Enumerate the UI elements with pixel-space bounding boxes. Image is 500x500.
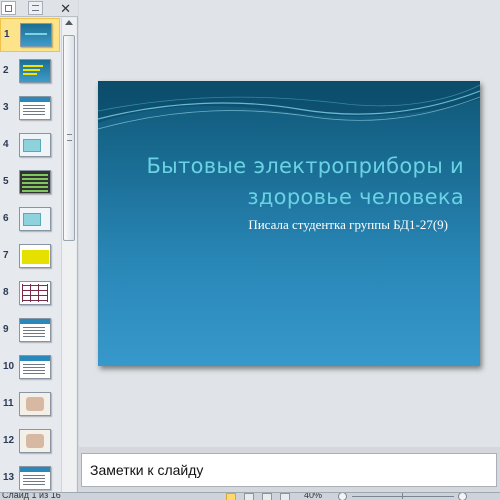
- zoom-level[interactable]: 40%: [304, 493, 322, 500]
- slideshow-view-icon[interactable]: [280, 493, 290, 500]
- slide-editor: Бытовые электроприборы и здоровье челове…: [79, 0, 500, 447]
- current-slide[interactable]: Бытовые электроприборы и здоровье челове…: [98, 81, 480, 366]
- slide-subtitle[interactable]: Писала студентка группы БД1-27(9): [248, 217, 448, 233]
- slide-number: 1: [4, 29, 10, 40]
- scroll-up-arrow-icon[interactable]: [65, 20, 73, 25]
- slide-counter: Слайд 1 из 16: [2, 492, 61, 500]
- zoom-out-icon[interactable]: [338, 493, 347, 500]
- notes-placeholder: Заметки к слайду: [90, 462, 204, 478]
- slide-thumbnail[interactable]: [19, 96, 51, 120]
- slide-thumbnail[interactable]: [19, 133, 51, 157]
- slide-thumbnail[interactable]: [19, 207, 51, 231]
- slide-number: 6: [3, 213, 9, 224]
- slide-thumbnail[interactable]: [19, 392, 51, 416]
- slide-thumbnail[interactable]: [19, 355, 51, 379]
- zoom-in-icon[interactable]: [458, 493, 467, 500]
- zoom-slider-thumb[interactable]: [402, 493, 403, 499]
- thumbnail-scrollbar[interactable]: [61, 18, 76, 492]
- slide-number: 9: [3, 324, 9, 335]
- slide-thumbnail[interactable]: [19, 170, 51, 194]
- normal-view-icon[interactable]: [226, 493, 236, 500]
- slide-number: 12: [3, 435, 15, 446]
- slide-number: 11: [3, 398, 14, 409]
- slide-number: 10: [3, 361, 15, 372]
- slide-thumbnail-row[interactable]: 5: [0, 166, 60, 200]
- slide-thumbnail-row[interactable]: 4: [0, 129, 60, 163]
- slide-number: 4: [3, 139, 9, 150]
- slide-title-line1: Бытовые электроприборы и: [146, 154, 464, 178]
- slide-thumbnail-row[interactable]: 9: [0, 314, 60, 348]
- zoom-slider[interactable]: [352, 496, 454, 497]
- close-pane-icon[interactable]: ✕: [60, 0, 71, 17]
- slide-number: 13: [3, 472, 15, 483]
- slide-number: 5: [3, 176, 9, 187]
- slides-tab[interactable]: [1, 1, 16, 15]
- slide-number: 8: [3, 287, 9, 298]
- outline-tab[interactable]: [28, 1, 43, 15]
- slide-thumbnail[interactable]: [19, 429, 51, 453]
- slide-sorter-view-icon[interactable]: [244, 493, 254, 500]
- slide-thumbnail-row[interactable]: 1: [0, 18, 60, 52]
- pane-tabs: ✕: [0, 0, 78, 17]
- slide-title[interactable]: Бытовые электроприборы и здоровье челове…: [114, 151, 464, 213]
- slide-thumbnail[interactable]: [19, 244, 51, 268]
- notes-pane[interactable]: Заметки к слайду: [81, 453, 497, 487]
- slide-thumbnail-row[interactable]: 11: [0, 388, 60, 422]
- slide-thumbnail-row[interactable]: 12: [0, 425, 60, 459]
- slide-number: 7: [3, 250, 9, 261]
- scroll-grip-icon: [67, 134, 72, 141]
- slide-thumbnail-row[interactable]: 8: [0, 277, 60, 311]
- slide-thumbnail[interactable]: [19, 59, 51, 83]
- slide-title-line2: здоровье человека: [247, 185, 464, 209]
- slide-thumbnail-row[interactable]: 7: [0, 240, 60, 274]
- slide-thumbnail-row[interactable]: 10: [0, 351, 60, 385]
- outline-tab-icon: [32, 5, 39, 11]
- slide-thumbnail[interactable]: [19, 281, 51, 305]
- status-bar: Слайд 1 из 16 40%: [0, 492, 500, 500]
- slide-thumbnail[interactable]: [19, 318, 51, 342]
- reading-view-icon[interactable]: [262, 493, 272, 500]
- slide-number: 2: [3, 65, 9, 76]
- slides-pane: ✕ 1 2 3 4 5 6 7 8 9 10 11 12 13: [0, 0, 78, 492]
- slides-tab-icon: [5, 5, 12, 12]
- slide-thumbnail-row[interactable]: 13: [0, 462, 60, 496]
- scroll-thumb[interactable]: [63, 35, 75, 241]
- slide-thumbnail-row[interactable]: 3: [0, 92, 60, 126]
- slide-thumbnail[interactable]: [19, 466, 51, 490]
- slide-thumbnail[interactable]: [20, 23, 52, 47]
- slide-number: 3: [3, 102, 9, 113]
- slide-thumbnail-row[interactable]: 2: [0, 55, 60, 89]
- slide-thumbnail-row[interactable]: 6: [0, 203, 60, 237]
